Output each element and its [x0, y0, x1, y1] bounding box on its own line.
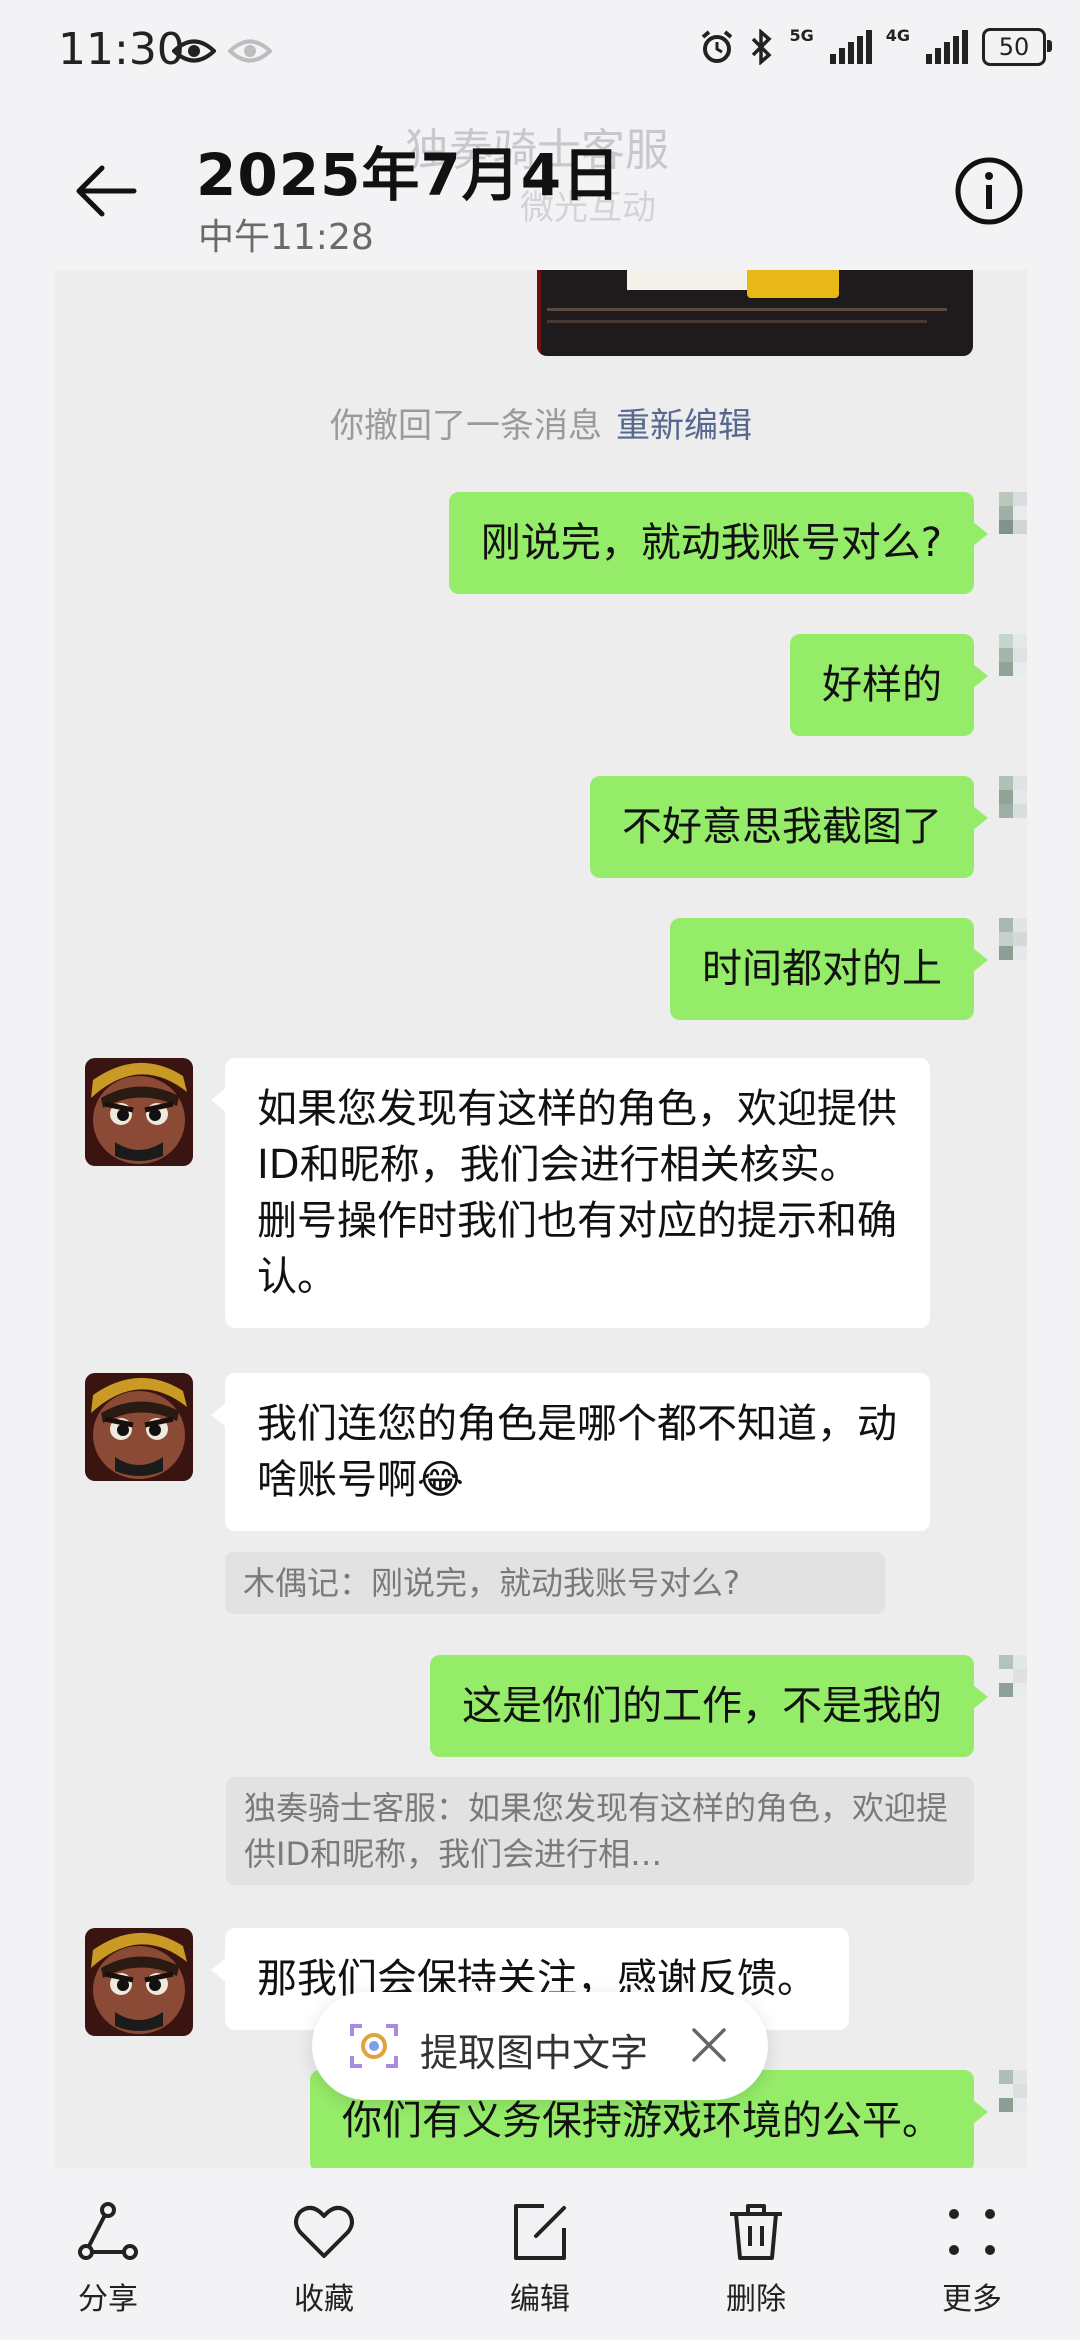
agent-avatar[interactable]	[85, 1928, 193, 2036]
message-row: 如果您发现有这样的角色，欢迎提供ID和昵称，我们会进行相关核实。删号操作时我们也…	[55, 1058, 1027, 1348]
status-bar: 11:30 5G 4G 50	[0, 0, 1080, 110]
image-message-preview[interactable]	[537, 270, 973, 356]
edit-button[interactable]: 编辑	[480, 2200, 600, 2318]
delete-label: 删除	[726, 2282, 786, 2317]
favorite-button[interactable]: 收藏	[264, 2200, 384, 2318]
eye-icon	[172, 39, 216, 63]
my-avatar-blurred	[999, 776, 1027, 886]
network-5g-label: 5G	[789, 26, 814, 45]
share-icon	[78, 2202, 138, 2260]
message-row: 不好意思我截图了	[55, 776, 1027, 886]
alarm-icon	[702, 30, 733, 63]
bottom-toolbar: 分享 收藏 编辑 删除 更多	[0, 2168, 1080, 2340]
eye-icon-faded	[228, 39, 272, 63]
agent-avatar[interactable]	[85, 1058, 193, 1166]
my-avatar-blurred	[999, 1655, 1027, 1765]
message-row: 刚说完，就动我账号对么?	[55, 492, 1027, 602]
text-scan-icon	[350, 2024, 398, 2068]
my-message-bubble[interactable]: 刚说完，就动我账号对么?	[448, 492, 989, 594]
info-icon[interactable]	[954, 156, 1024, 226]
more-dots-icon	[949, 2209, 995, 2255]
favorite-label: 收藏	[294, 2282, 354, 2317]
page-title: 2025年7月4日	[196, 141, 622, 209]
my-message-bubble[interactable]: 不好意思我截图了	[590, 776, 988, 878]
signal-5g-icon	[829, 30, 872, 64]
my-avatar-blurred	[999, 918, 1027, 1028]
close-icon[interactable]	[686, 2022, 732, 2068]
message-row: 时间都对的上	[55, 918, 1027, 1028]
re-edit-link[interactable]: 重新编辑	[616, 406, 752, 446]
agent-avatar[interactable]	[85, 1373, 193, 1481]
more-label: 更多	[942, 2282, 1002, 2317]
delete-button[interactable]: 删除	[696, 2200, 816, 2318]
my-avatar-blurred	[999, 492, 1027, 602]
header: 独奏骑士客服 微光互动 2025年7月4日 中午11:28	[0, 110, 1080, 270]
more-button[interactable]: 更多	[912, 2200, 1032, 2318]
extract-text-pill[interactable]: 提取图中文字	[312, 1992, 768, 2100]
heart-icon	[294, 2205, 354, 2258]
my-message-bubble[interactable]: 好样的	[790, 634, 988, 736]
share-label: 分享	[78, 2282, 138, 2317]
page-subtitle: 中午11:28	[198, 217, 374, 258]
my-avatar-blurred	[999, 2070, 1027, 2168]
my-message-bubble[interactable]: 这是你们的工作，不是我的	[430, 1655, 988, 1757]
my-message-bubble[interactable]: 时间都对的上	[670, 918, 988, 1020]
chat-area[interactable]: 你撤回了一条消息 重新编辑 刚说完，就动我账号对么? 好样的 不好意思我截图了 时…	[55, 270, 1027, 2168]
share-button[interactable]: 分享	[48, 2200, 168, 2318]
battery-icon: 50	[982, 28, 1052, 66]
recall-text: 你撤回了一条消息	[330, 406, 602, 446]
trash-icon	[730, 2204, 782, 2260]
network-4g-label: 4G	[885, 26, 910, 45]
clock: 11:30	[58, 24, 185, 75]
message-row: 好样的	[55, 634, 1027, 744]
message-row: 我们连您的角色是哪个都不知道，动啥账号啊😂 木偶记：刚说完，就动我账号对么?	[55, 1373, 1027, 1614]
agent-message-bubble[interactable]: 我们连您的角色是哪个都不知道，动啥账号啊😂	[211, 1373, 930, 1531]
extract-text-label: 提取图中文字	[420, 2031, 649, 2075]
bluetooth-icon	[752, 29, 773, 65]
edit-label: 编辑	[510, 2282, 570, 2317]
agent-message-bubble[interactable]: 如果您发现有这样的角色，欢迎提供ID和昵称，我们会进行相关核实。删号操作时我们也…	[211, 1058, 930, 1328]
my-avatar-blurred	[999, 634, 1027, 744]
signal-4g-icon	[926, 30, 968, 64]
quoted-reply[interactable]: 木偶记：刚说完，就动我账号对么?	[225, 1552, 885, 1614]
quoted-reply[interactable]: 独奏骑士客服：如果您发现有这样的角色，欢迎提供ID和昵称，我们会进行相…	[226, 1777, 974, 1885]
edit-icon	[514, 2204, 566, 2260]
message-row: 这是你们的工作，不是我的 独奏骑士客服：如果您发现有这样的角色，欢迎提供ID和昵…	[55, 1655, 1027, 1895]
recall-notice: 你撤回了一条消息 重新编辑	[55, 398, 1027, 447]
back-arrow-icon[interactable]	[70, 154, 144, 228]
